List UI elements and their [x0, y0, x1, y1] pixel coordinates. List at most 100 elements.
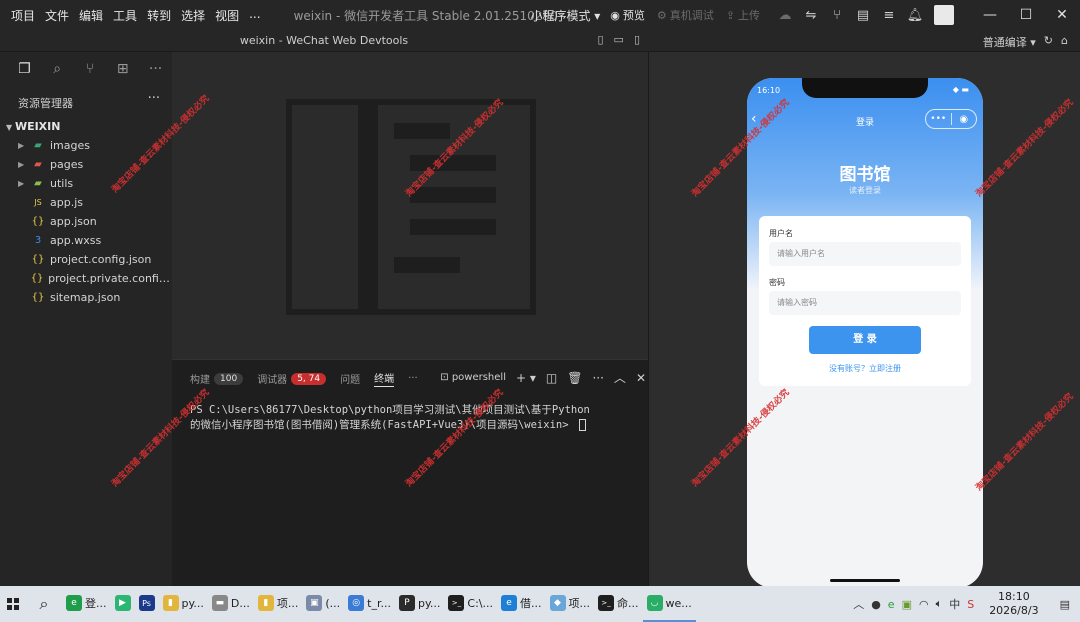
trash-icon[interactable]: 🗑︎ — [567, 371, 582, 385]
toggle-panel-icon[interactable]: ▭ — [614, 33, 624, 46]
new-terminal-icon[interactable]: + ▾ — [516, 371, 536, 385]
menu-item-project[interactable]: 项目 — [6, 7, 40, 24]
system-clock[interactable]: 18:10 2026/8/3 — [989, 590, 1038, 618]
taskbar-app[interactable]: ▮ 项... — [254, 586, 303, 622]
bell-icon[interactable]: 🔔︎ — [902, 8, 928, 23]
panel-more-button[interactable]: ··· — [408, 373, 418, 384]
tree-item-label: app.wxss — [50, 234, 102, 247]
title-bar: 项目 文件 编辑 工具 转到 选择 视图 ... weixin - 微信开发者工… — [0, 0, 1080, 30]
taskbar-app[interactable]: Ppy... — [395, 586, 444, 622]
terminal-icon: >_ — [598, 595, 615, 611]
security-icon[interactable]: e — [888, 598, 895, 611]
username-input[interactable]: 请输入用户名 — [769, 242, 961, 266]
tree-file-app-js[interactable]: JS app.js — [0, 193, 172, 212]
tree-file-app-json[interactable]: {} app.json — [0, 212, 172, 231]
upload-button[interactable]: ⇪ 上传 — [726, 7, 760, 23]
menu-item-file[interactable]: 文件 — [40, 7, 74, 24]
real-debug-button[interactable]: ⚙ 真机调试 — [657, 7, 714, 23]
explorer-more-button[interactable]: ··· — [148, 91, 160, 106]
logo-line — [410, 187, 496, 203]
taskbar-app-label: (... — [325, 596, 341, 610]
simulator-pane: 16:10 ◆ ▬ ‹ 登录 ••• ◉ 图书馆 读者登录 用户名 请输入用户名… — [648, 52, 1080, 588]
taskbar-app[interactable]: ▬ D... — [208, 586, 254, 622]
toggle-sidebar-icon[interactable]: ▯ — [597, 33, 603, 46]
terminal-prompt-line: 的微信小程序图书馆(图书借阅)管理系统(FastAPI+Vue3)\项目源码\w… — [190, 418, 590, 433]
tree-folder-utils[interactable]: ▶ ▰ utils — [0, 174, 172, 193]
terminal-output[interactable]: PS C:\Users\86177\Desktop\python项目学习测试\其… — [190, 403, 590, 433]
activity-bar: ❐ ⌕ ⑂ ⊞ ··· — [0, 52, 172, 86]
explorer-icon[interactable]: ❐ — [8, 61, 41, 77]
menu-item-goto[interactable]: 转到 — [142, 7, 176, 24]
menu-item-more[interactable]: ... — [244, 7, 265, 24]
register-link[interactable]: 没有账号？立即注册 — [759, 363, 971, 374]
exit-circle-icon[interactable]: ◉ — [951, 114, 976, 125]
menu-item-tools[interactable]: 工具 — [108, 7, 142, 24]
tree-file-sitemap[interactable]: {} sitemap.json — [0, 288, 172, 307]
mode-selector[interactable]: 小程序模式 ▾ — [530, 7, 600, 24]
more-actions-icon[interactable]: ··· — [592, 371, 603, 385]
swap-icon[interactable]: ⇋ — [798, 8, 824, 23]
taskbar-app[interactable]: ◎ t_r... — [344, 586, 395, 622]
refresh-icon[interactable]: ↻ — [1044, 34, 1053, 50]
qq-icon[interactable]: ● — [871, 598, 881, 611]
split-terminal-icon[interactable]: ◫ — [546, 371, 557, 385]
tab-build[interactable]: 构建 100 — [190, 371, 244, 386]
toggle-simulator-icon[interactable]: ▯ — [634, 33, 640, 46]
branch-icon[interactable]: ⑂ — [824, 8, 850, 23]
extensions-icon[interactable]: ⊞ — [106, 61, 139, 77]
taskbar-app-active[interactable]: ◡ we... — [642, 586, 696, 622]
menu-item-select[interactable]: 选择 — [176, 7, 210, 24]
start-button[interactable] — [0, 586, 26, 622]
list-icon[interactable]: ≡ — [876, 8, 902, 23]
taskbar-app[interactable]: ▮ py... — [159, 586, 208, 622]
input-method-icon[interactable]: 中 — [949, 596, 960, 612]
notification-icon[interactable]: ▤ — [1060, 598, 1070, 611]
preview-button[interactable]: ◉ 预览 — [610, 7, 645, 23]
tree-file-project-config[interactable]: {} project.config.json — [0, 250, 172, 269]
compile-mode-select[interactable]: 普通编译 ▾ — [983, 34, 1036, 50]
taskbar-app[interactable]: ◆ 项... — [546, 586, 595, 622]
menu-item-view[interactable]: 视图 — [210, 7, 244, 24]
taskbar-app[interactable]: e 登... — [62, 586, 111, 622]
close-icon[interactable]: ✕ — [1044, 7, 1080, 23]
avatar[interactable] — [934, 5, 954, 25]
source-control-icon[interactable]: ⑂ — [74, 61, 107, 77]
tree-file-app-wxss[interactable]: 3 app.wxss — [0, 231, 172, 250]
cloud-icon[interactable]: ☁ — [772, 8, 798, 23]
maximize-icon[interactable]: ☐ — [1008, 7, 1044, 23]
nvidia-icon[interactable]: ▣ — [902, 598, 912, 611]
taskbar-app[interactable]: ▣ (... — [302, 586, 344, 622]
taskbar-search-icon[interactable]: ⌕ — [26, 594, 62, 614]
taskbar-app[interactable]: >_ C:\... — [444, 586, 497, 622]
shell-selector[interactable]: ⊡ powershell — [440, 372, 506, 383]
search-icon[interactable]: ⌕ — [41, 61, 74, 77]
tab-debugger[interactable]: 调试器 5, 74 — [257, 371, 327, 386]
password-input[interactable]: 请输入密码 — [769, 291, 961, 315]
taskbar-app[interactable]: >_ 命... — [594, 586, 643, 622]
wps-icon[interactable]: S — [967, 598, 974, 611]
tree-file-project-private-config[interactable]: {} project.private.config.js... — [0, 269, 172, 288]
volume-icon[interactable]: 🔈︎ — [936, 597, 943, 611]
taskbar-app[interactable]: Ps — [135, 586, 159, 622]
username-label: 用户名 — [769, 229, 793, 238]
terminal-actions: ⊡ powershell + ▾ ◫ 🗑︎ ··· ︿ ✕ — [440, 369, 646, 386]
tab-problems[interactable]: 问题 — [340, 371, 360, 386]
chevron-up-icon[interactable]: ︿ — [853, 596, 864, 612]
minimize-icon[interactable]: — — [972, 7, 1008, 23]
workspace-root[interactable]: ▼ WEIXIN — [6, 120, 60, 133]
tab-terminal[interactable]: 终端 — [374, 370, 395, 387]
close-panel-icon[interactable]: ✕ — [636, 371, 646, 385]
login-button[interactable]: 登 录 — [809, 326, 921, 354]
json-file-icon: {} — [30, 273, 44, 284]
more-icon[interactable]: ··· — [139, 61, 172, 77]
taskbar-app[interactable]: e 借... — [497, 586, 546, 622]
more-dots-icon[interactable]: ••• — [926, 114, 951, 124]
notes-icon: ◆ — [549, 595, 566, 611]
taskbar-app[interactable]: ▶ — [111, 586, 135, 622]
menu-item-edit[interactable]: 编辑 — [74, 7, 108, 24]
layout-icon[interactable]: ▤ — [850, 8, 876, 23]
wifi-icon[interactable]: ◠ — [919, 598, 929, 611]
mini-program-capsule: ••• ◉ — [925, 109, 977, 129]
clear-cache-icon[interactable]: ⌂ — [1061, 34, 1068, 50]
chevron-up-icon[interactable]: ︿ — [614, 369, 626, 386]
